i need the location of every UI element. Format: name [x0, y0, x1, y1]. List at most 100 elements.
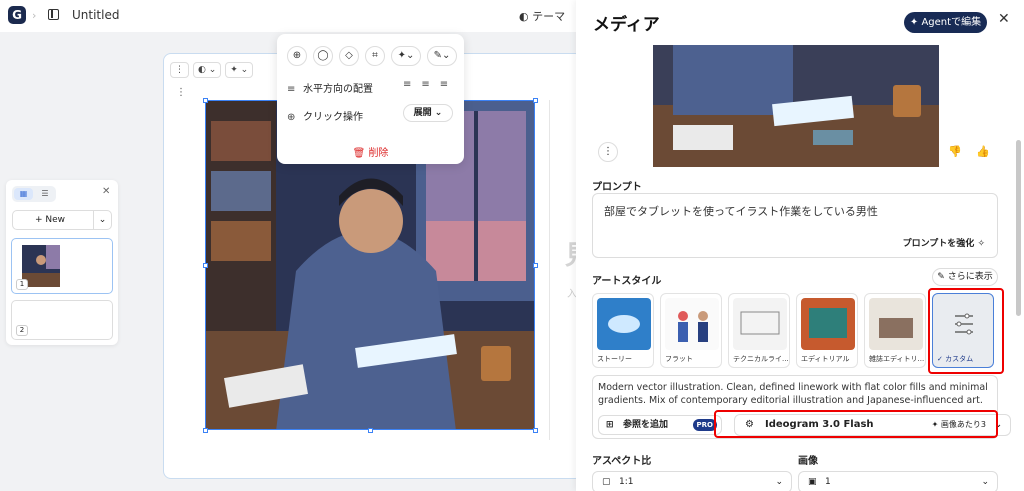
style-thumb — [665, 298, 719, 350]
style-label: テクニカルライ... — [733, 355, 789, 363]
generated-image-preview[interactable] — [653, 45, 939, 167]
panel-title: メディア — [593, 15, 660, 35]
resize-handle[interactable] — [533, 98, 538, 103]
crop-icon[interactable]: ⌗ — [365, 46, 385, 66]
column-divider — [549, 100, 550, 440]
prompt-input[interactable]: 部屋でタブレットを使ってイラスト作業をしている男性 プロンプトを強化 ✧ — [592, 193, 998, 258]
block-menu-icon[interactable]: ⋮ — [176, 87, 186, 98]
chevron-down-icon[interactable]: ⌄ — [93, 211, 111, 229]
add-reference-button[interactable]: ⊞ 参照を追加 PRO — [598, 415, 722, 435]
magic-wand-icon: ✧ — [977, 239, 985, 249]
aspect-ratio-select[interactable]: ▢ 1:1 ⌄ — [592, 471, 792, 491]
card-menu-button[interactable]: ⋮ — [170, 62, 189, 78]
list-view-icon[interactable]: ☰ — [36, 188, 54, 200]
chevron-down-icon: ⌄ — [775, 477, 783, 487]
click-action-label: クリック操作 — [303, 112, 363, 123]
ref-label: 参照を追加 — [623, 420, 669, 430]
zoom-icon[interactable]: ⊕ — [287, 46, 307, 66]
trash-icon: 🗑 — [352, 148, 369, 159]
resize-handle[interactable] — [533, 428, 538, 433]
image-options-popup: ⊕ ◯ ◇ ⌗ ✦⌄ ✎⌄ ≡ 水平方向の配置 ≡ ≡ ≡ ⊕ クリック操作 展開 … — [277, 34, 464, 164]
document-title[interactable]: Untitled — [72, 8, 119, 22]
style-label: フラット — [665, 355, 693, 363]
comment-icon[interactable]: ◯ — [313, 46, 333, 66]
image-icon: ▣ — [808, 477, 817, 487]
style-thumb — [597, 298, 651, 350]
style-thumb — [869, 298, 923, 350]
add-image-icon: ⊞ — [606, 420, 614, 430]
agent-edit-button[interactable]: ✦ Agentで編集 — [904, 12, 987, 33]
style-card-story[interactable]: ストーリー — [592, 293, 654, 368]
edit-icon[interactable]: ✎⌄ — [427, 46, 457, 66]
align-center-icon[interactable]: ≡ — [421, 79, 429, 90]
panel-scrollbar[interactable] — [1016, 140, 1021, 316]
app-logo[interactable]: G — [8, 6, 26, 24]
style-description: Modern vector illustration. Clean, defin… — [598, 382, 988, 406]
style-card-editorial[interactable]: エディトリアル — [796, 293, 858, 368]
resize-handle[interactable] — [203, 263, 208, 268]
click-action-row: ⊕ クリック操作 — [287, 108, 363, 123]
card-toolbar: ⋮ ◐ ⌄ ✦ ⌄ — [170, 62, 254, 78]
resize-handle[interactable] — [533, 263, 538, 268]
sparkle-icon: ✦ — [909, 17, 922, 28]
highlight-box-model — [714, 410, 998, 438]
sidebar-toggle-icon[interactable] — [48, 9, 59, 20]
enhance-label: プロンプトを強化 — [902, 239, 975, 249]
agent-label: Agentで編集 — [921, 17, 982, 28]
card-ai-button[interactable]: ✦ ⌄ — [225, 62, 254, 78]
close-icon[interactable]: ✕ — [102, 186, 110, 197]
align-left-icon[interactable]: ≡ — [403, 79, 411, 90]
style-label: エディトリアル — [801, 355, 850, 363]
style-card-magazine[interactable]: 雑誌エディトリ... — [864, 293, 926, 368]
thumbs-up-icon[interactable]: 👍 — [976, 145, 990, 158]
image-menu-button[interactable]: ⋮ — [598, 142, 618, 162]
click-action-value: 展開 — [413, 108, 432, 118]
comment-alt-icon[interactable]: ◇ — [339, 46, 359, 66]
resize-handle[interactable] — [203, 98, 208, 103]
chevron-down-icon: ⌄ — [981, 477, 989, 487]
prompt-text: 部屋でタブレットを使ってイラスト作業をしている男性 — [604, 205, 878, 218]
pages-panel: ▦ ☰ ✕ + New ⌄ 1 2 — [6, 180, 118, 345]
align-row: ≡ 水平方向の配置 — [287, 80, 373, 95]
theme-label: テーマ — [532, 10, 566, 23]
page-number: 2 — [16, 325, 28, 336]
new-page-button[interactable]: + New ⌄ — [12, 210, 112, 230]
delete-label: 削除 — [368, 148, 389, 159]
media-panel: メディア ✦ Agentで編集 ✕ ⋮ 👎 👍 プロンプト 部屋でタブレットを使… — [576, 0, 1024, 491]
art-style-label: アートスタイル — [592, 276, 662, 287]
square-icon: ▢ — [602, 477, 611, 487]
view-toggle: ▦ ☰ — [12, 186, 56, 202]
style-label: 雑誌エディトリ... — [869, 355, 925, 363]
align-left-lines-icon: ≡ — [287, 84, 296, 95]
brush-icon: ✎ — [937, 272, 948, 282]
thumbs-down-icon[interactable]: 👎 — [948, 145, 962, 158]
images-label: 画像 — [798, 456, 818, 467]
ai-sparkle-icon[interactable]: ✦⌄ — [391, 46, 421, 66]
style-thumb — [801, 298, 855, 350]
page-thumbnail[interactable]: 2 — [11, 300, 113, 340]
click-action-select[interactable]: 展開 ⌄ — [403, 104, 453, 122]
align-right-icon[interactable]: ≡ — [440, 79, 448, 90]
align-options: ≡ ≡ ≡ — [403, 79, 448, 90]
top-bar: G › Untitled ◐ テーマ — [0, 0, 576, 32]
page-number: 1 — [16, 279, 28, 290]
close-panel-icon[interactable]: ✕ — [998, 11, 1010, 27]
grid-view-icon[interactable]: ▦ — [14, 188, 33, 200]
image-count-select[interactable]: ▣ 1 ⌄ — [798, 471, 998, 491]
page-thumbnail[interactable]: 1 — [11, 238, 113, 294]
palette-icon: ◐ — [519, 10, 533, 23]
theme-button[interactable]: ◐ テーマ — [519, 8, 565, 24]
style-card-flat[interactable]: フラット — [660, 293, 722, 368]
resize-handle[interactable] — [368, 428, 373, 433]
resize-handle[interactable] — [203, 428, 208, 433]
images-value: 1 — [825, 477, 831, 487]
chevron-right-icon: › — [32, 9, 37, 22]
style-card-technical[interactable]: テクニカルライ... — [728, 293, 790, 368]
new-label: New — [45, 215, 66, 225]
aspect-value: 1:1 — [619, 477, 634, 487]
card-style-button[interactable]: ◐ ⌄ — [193, 62, 222, 78]
enhance-prompt-button[interactable]: プロンプトを強化 ✧ — [903, 236, 985, 249]
style-thumb — [733, 298, 787, 350]
show-more-button[interactable]: ✎ さらに表示 — [932, 268, 998, 286]
delete-button[interactable]: 🗑 削除 — [277, 144, 464, 159]
